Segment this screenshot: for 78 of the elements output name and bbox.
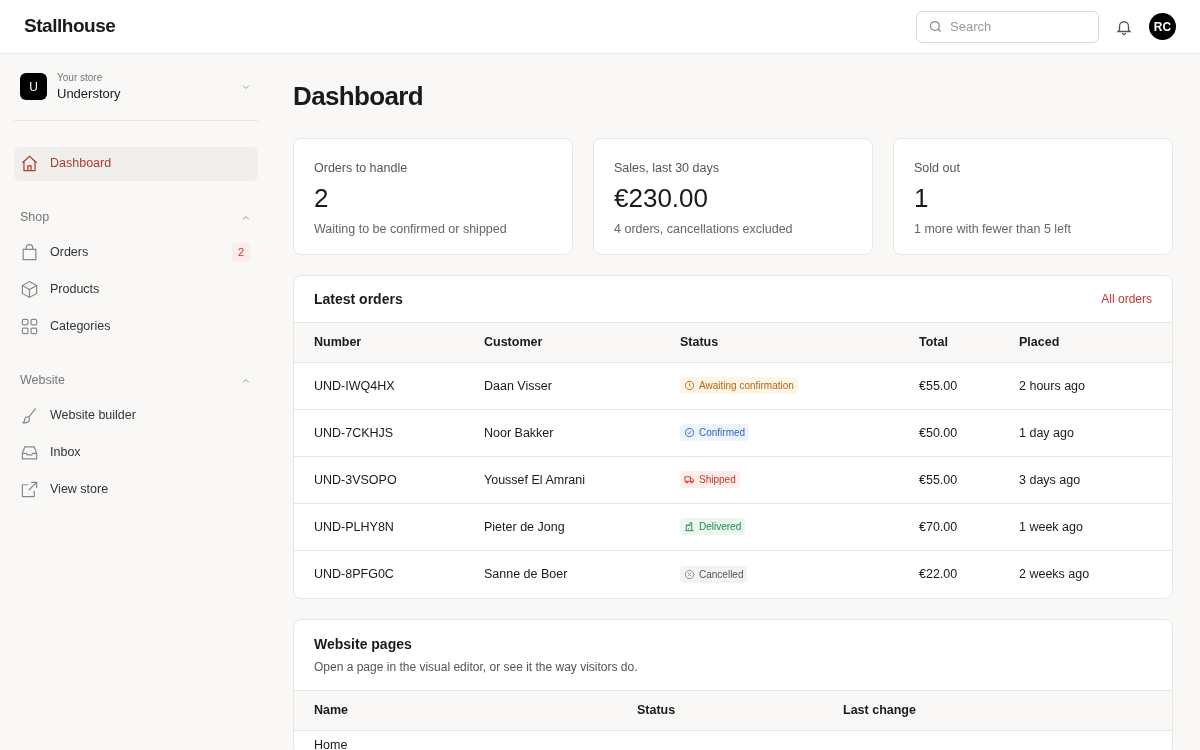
nav-item[interactable]: View store xyxy=(14,472,258,507)
table-cell-text: Youssef El Amrani xyxy=(484,471,586,489)
table-cell-text: €55.00 xyxy=(919,377,959,395)
order-number[interactable]: UND-IWQ4HX xyxy=(314,376,484,396)
store-name: Understory xyxy=(57,85,122,103)
grid-icon xyxy=(20,317,39,336)
column-header: Customer xyxy=(484,334,544,352)
column-header: Placed xyxy=(1019,334,1061,352)
stat-value: €230.00 xyxy=(614,181,709,214)
table-cell-text: 1 day ago xyxy=(1019,424,1075,442)
table-cell-text: €70.00 xyxy=(919,518,959,536)
status-badge: Cancelled xyxy=(680,565,748,583)
check-circle-icon xyxy=(684,427,695,438)
page-title: Dashboard xyxy=(293,80,424,112)
order-number[interactable]: UND-7CKHJS xyxy=(314,423,484,443)
stat-label: Sold out xyxy=(914,160,961,177)
column-header: Number xyxy=(314,334,363,352)
column-header: Status xyxy=(637,702,677,720)
column-header: Name xyxy=(314,702,350,720)
nav-item[interactable]: Categories xyxy=(14,309,258,344)
order-number[interactable]: UND-PLHY8N xyxy=(314,517,484,537)
search-field[interactable]: Search xyxy=(916,10,1099,43)
x-circle-icon xyxy=(684,568,695,580)
home-icon xyxy=(20,154,39,173)
stat-value: 2 xyxy=(314,181,330,214)
stat-note: Waiting to be confirmed or shipped xyxy=(314,220,508,238)
status-badge: Shipped xyxy=(680,471,740,488)
app-logo[interactable]: Stallhouse xyxy=(24,12,116,41)
card-title: Website pages xyxy=(314,635,413,654)
table-cell-text: Daan Visser xyxy=(484,377,553,395)
inbox-icon xyxy=(20,443,39,462)
stat-label: Sales, last 30 days xyxy=(614,160,720,177)
card-title: Latest orders xyxy=(314,289,403,309)
external-link-icon xyxy=(20,480,39,499)
building-icon xyxy=(684,521,695,532)
status-badge: Confirmed xyxy=(680,424,750,441)
brush-icon xyxy=(20,406,39,425)
column-header: Total xyxy=(919,334,949,352)
user-avatar[interactable]: RC xyxy=(1149,13,1176,40)
table-cell-text: Pieter de Jong xyxy=(484,518,566,536)
table-cell-text: €55.00 xyxy=(919,471,959,489)
store-label: Your store xyxy=(57,71,104,85)
table-cell-text: 1 week ago xyxy=(1019,518,1084,536)
store-avatar: U xyxy=(20,73,47,101)
table-cell-text: Sanne de Boer xyxy=(484,566,569,584)
order-number[interactable]: UND-3VSOPO xyxy=(314,470,484,490)
table-cell-text: 2 weeks ago xyxy=(1019,566,1091,584)
table-cell-text: 2 hours ago xyxy=(1019,377,1087,395)
truck-icon xyxy=(684,474,695,485)
card-description: Open a page in the visual editor, or see it the way visitors do. xyxy=(314,659,639,676)
nav-item[interactable]: Website builder xyxy=(14,398,258,433)
section-heading: Shop xyxy=(20,209,50,227)
status-badge: Delivered xyxy=(680,518,746,535)
table-cell-text: €22.00 xyxy=(919,566,959,584)
shopping-bag-icon xyxy=(20,243,39,262)
box-icon xyxy=(20,280,39,299)
nav-item[interactable]: Inbox xyxy=(14,435,258,470)
count-badge: 2 xyxy=(231,243,250,262)
store-switcher[interactable]: U Your store Understory xyxy=(14,70,258,121)
clock-icon xyxy=(684,380,695,391)
status-badge: Awaiting confirmation xyxy=(680,377,798,394)
section-heading: Website xyxy=(20,372,65,390)
stat-note: 4 orders, cancellations excluded xyxy=(614,220,794,238)
table-cell-text: Noor Bakker xyxy=(484,424,555,442)
search-icon xyxy=(928,19,943,34)
nav-item[interactable]: Dashboard xyxy=(14,146,258,181)
table-cell-text: €50.00 xyxy=(919,424,959,442)
stat-label: Orders to handle xyxy=(314,160,409,177)
stat-value: 1 xyxy=(914,181,930,214)
table-cell-text: 3 days ago xyxy=(1019,471,1082,489)
order-number[interactable]: UND-8PFG0C xyxy=(314,565,484,584)
nav-item[interactable]: Products xyxy=(14,272,258,307)
column-header: Status xyxy=(680,334,720,352)
column-header: Last change xyxy=(843,702,917,720)
nav-item[interactable]: Orders 2 xyxy=(14,235,258,270)
stat-note: 1 more with fewer than 5 left xyxy=(914,220,1073,238)
page-name[interactable]: Home xyxy=(314,735,348,750)
all-orders-link[interactable]: All orders xyxy=(1101,290,1152,308)
